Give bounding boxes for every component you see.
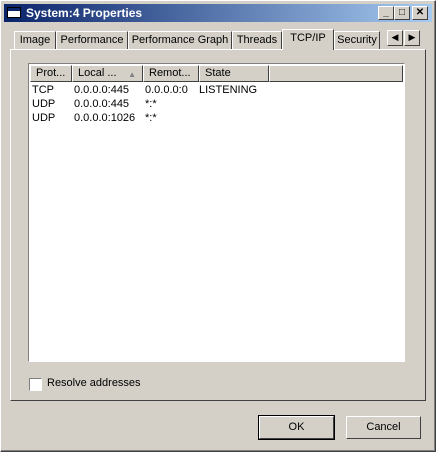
column-header-protocol[interactable]: Prot... (30, 65, 72, 82)
column-header-remote[interactable]: Remot... (143, 65, 199, 82)
column-header-state[interactable]: State (199, 65, 269, 82)
column-header-filler (269, 65, 403, 82)
tab-threads[interactable]: Threads (232, 31, 282, 49)
cell-local: 0.0.0.0:1026 (74, 112, 136, 124)
cell-protocol: UDP (32, 98, 56, 110)
close-button[interactable]: ✕ (412, 6, 428, 20)
tab-tcpip[interactable]: TCP/IP (282, 29, 334, 50)
column-header-local[interactable]: Local ... ▲ (72, 65, 143, 82)
ok-button[interactable]: OK (258, 415, 335, 440)
cell-state: LISTENING (199, 84, 258, 96)
cell-remote: *:* (145, 98, 157, 110)
cell-remote: *:* (145, 112, 157, 124)
cell-remote: 0.0.0.0:0 (145, 84, 188, 96)
cell-local: 0.0.0.0:445 (74, 84, 130, 96)
resolve-addresses-checkbox[interactable] (29, 378, 42, 391)
cell-protocol: UDP (32, 112, 56, 124)
cancel-button[interactable]: Cancel (346, 416, 421, 439)
list-header: Prot... Local ... ▲ Remot... State (30, 65, 403, 82)
resolve-addresses-label[interactable]: Resolve addresses (47, 377, 141, 389)
cell-local: 0.0.0.0:445 (74, 98, 130, 110)
tab-image[interactable]: Image (14, 31, 56, 49)
sort-ascending-icon: ▲ (128, 70, 136, 79)
tab-performance-graph[interactable]: Performance Graph (128, 31, 232, 49)
minimize-button[interactable]: _ (378, 6, 394, 20)
column-header-local-label: Local ... (78, 67, 117, 79)
maximize-button[interactable]: □ (394, 6, 410, 20)
properties-window: System:4 Properties _ □ ✕ Image Performa… (0, 0, 436, 452)
window-icon (7, 7, 21, 18)
tab-scroll-left-button[interactable]: ◀ (387, 30, 403, 46)
tab-performance[interactable]: Performance (56, 31, 128, 49)
tab-scroll-right-button[interactable]: ▶ (404, 30, 420, 46)
cell-protocol: TCP (32, 84, 54, 96)
connections-list[interactable]: Prot... Local ... ▲ Remot... State TCP 0… (28, 63, 405, 362)
window-title: System:4 Properties (26, 6, 143, 20)
tab-security[interactable]: Security (334, 31, 380, 49)
title-bar[interactable]: System:4 Properties _ □ ✕ (4, 4, 432, 22)
